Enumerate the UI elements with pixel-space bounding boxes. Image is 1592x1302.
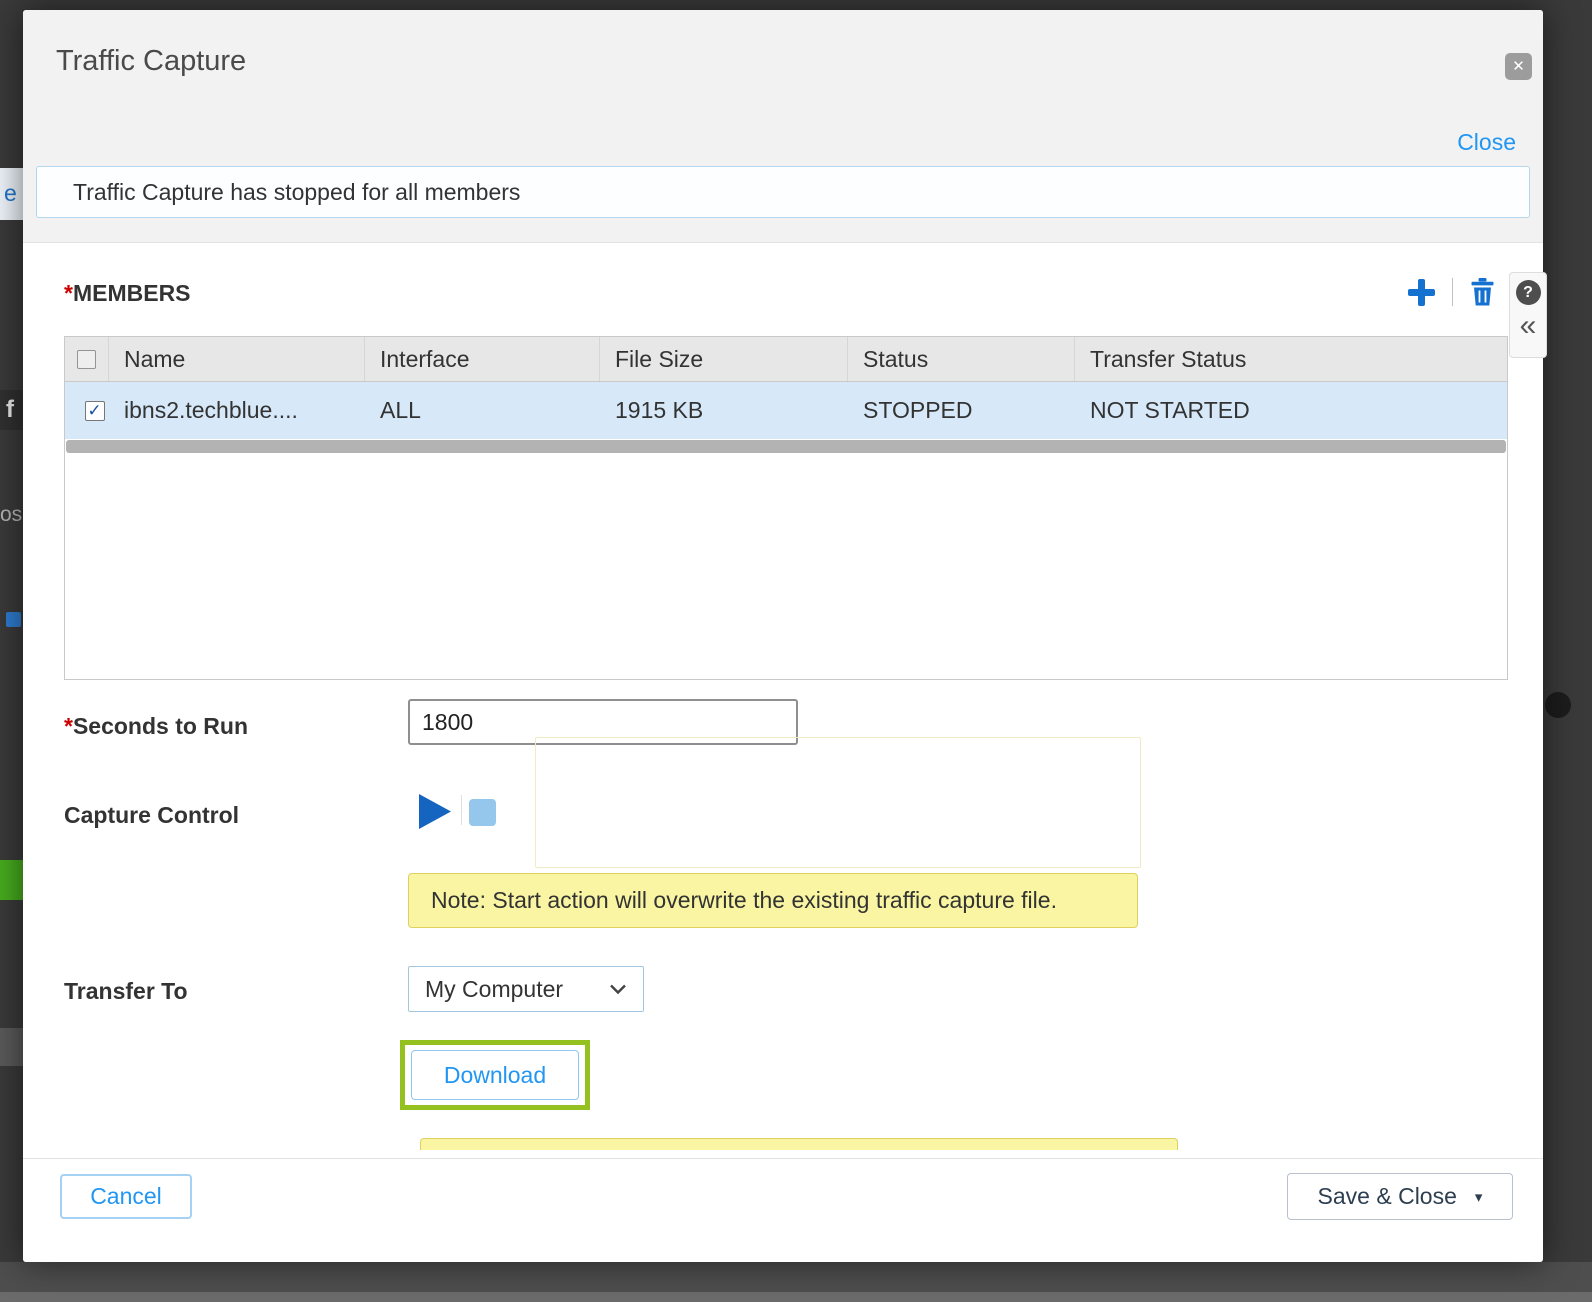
actions-divider bbox=[1452, 278, 1453, 306]
table-horizontal-scrollbar bbox=[65, 439, 1507, 454]
cell-name: ibns2.techblue.... bbox=[109, 397, 365, 424]
column-header-status[interactable]: Status bbox=[848, 337, 1075, 381]
column-header-file-size[interactable]: File Size bbox=[600, 337, 848, 381]
notification-message: Traffic Capture has stopped for all memb… bbox=[36, 166, 1530, 218]
required-marker: * bbox=[64, 713, 73, 739]
highlight-region bbox=[535, 737, 1141, 868]
capture-controls-divider bbox=[461, 795, 462, 825]
required-marker: * bbox=[64, 280, 73, 306]
members-table: Name Interface File Size Status Transfer… bbox=[64, 336, 1508, 680]
seconds-to-run-label: *Seconds to Run bbox=[64, 713, 248, 740]
column-header-name[interactable]: Name bbox=[109, 337, 365, 381]
background-fragment-green-bar bbox=[0, 860, 23, 900]
background-fragment-text: os bbox=[0, 500, 23, 530]
download-highlight-box: Download bbox=[400, 1040, 590, 1110]
capture-control-label: Capture Control bbox=[64, 802, 239, 829]
add-member-icon[interactable] bbox=[1408, 279, 1435, 306]
table-empty-area bbox=[65, 454, 1507, 679]
help-icon[interactable]: ? bbox=[1516, 280, 1541, 305]
transfer-to-value: My Computer bbox=[425, 976, 563, 1003]
table-header-row: Name Interface File Size Status Transfer… bbox=[65, 337, 1507, 382]
background-fragment-gray-block bbox=[0, 1028, 23, 1066]
partial-note-box bbox=[420, 1138, 1178, 1150]
stop-capture-icon[interactable] bbox=[469, 799, 496, 826]
header-checkbox-cell bbox=[65, 337, 109, 381]
background-fragment-blue-dot bbox=[6, 612, 21, 627]
cancel-button[interactable]: Cancel bbox=[60, 1174, 192, 1219]
background-fragment-badge: f bbox=[0, 390, 23, 430]
help-strip: ? « bbox=[1509, 272, 1547, 358]
row-checkbox[interactable]: ✓ bbox=[85, 401, 105, 421]
download-button[interactable]: Download bbox=[411, 1050, 579, 1100]
column-header-interface[interactable]: Interface bbox=[365, 337, 600, 381]
background-fragment-left: e bbox=[0, 168, 23, 220]
start-capture-icon[interactable] bbox=[418, 793, 452, 830]
save-close-label: Save & Close bbox=[1318, 1183, 1457, 1210]
transfer-to-label: Transfer To bbox=[64, 978, 188, 1005]
save-close-button[interactable]: Save & Close ▾ bbox=[1287, 1173, 1513, 1220]
scrollbar-thumb[interactable] bbox=[66, 440, 1506, 453]
cell-file-size: 1915 KB bbox=[600, 397, 848, 424]
dialog-close-icon[interactable]: ✕ bbox=[1505, 53, 1532, 80]
cell-transfer-status: NOT STARTED bbox=[1075, 397, 1507, 424]
cell-status: STOPPED bbox=[848, 397, 1075, 424]
traffic-capture-dialog: Traffic Capture ✕ Close Traffic Capture … bbox=[23, 10, 1543, 1262]
background-fragment-dark-circle bbox=[1545, 692, 1571, 718]
delete-member-icon[interactable] bbox=[1470, 278, 1495, 306]
dialog-title: Traffic Capture bbox=[56, 45, 246, 78]
table-row[interactable]: ✓ ibns2.techblue.... ALL 1915 KB STOPPED… bbox=[65, 382, 1507, 439]
row-checkbox-cell: ✓ bbox=[65, 401, 109, 421]
screen: e f os Traffic Capture ✕ Close Traffic C… bbox=[0, 0, 1592, 1302]
transfer-to-select[interactable]: My Computer bbox=[408, 966, 644, 1012]
checkmark-icon: ✓ bbox=[87, 402, 101, 419]
collapse-panel-icon[interactable]: « bbox=[1520, 314, 1537, 338]
members-section-label: *MEMBERS bbox=[64, 280, 191, 307]
members-actions bbox=[1408, 278, 1495, 306]
background-bottom-strip bbox=[0, 1292, 1592, 1302]
save-close-caret-icon[interactable]: ▾ bbox=[1475, 1188, 1483, 1206]
select-all-checkbox[interactable] bbox=[77, 350, 96, 369]
chevron-down-icon bbox=[609, 983, 627, 995]
cell-interface: ALL bbox=[365, 397, 600, 424]
capture-note: Note: Start action will overwrite the ex… bbox=[408, 873, 1138, 928]
column-header-transfer-status[interactable]: Transfer Status bbox=[1075, 337, 1507, 381]
dialog-footer: Cancel Save & Close ▾ bbox=[23, 1158, 1543, 1262]
seconds-to-run-input[interactable] bbox=[408, 699, 798, 745]
notification-close-link[interactable]: Close bbox=[1457, 129, 1516, 156]
